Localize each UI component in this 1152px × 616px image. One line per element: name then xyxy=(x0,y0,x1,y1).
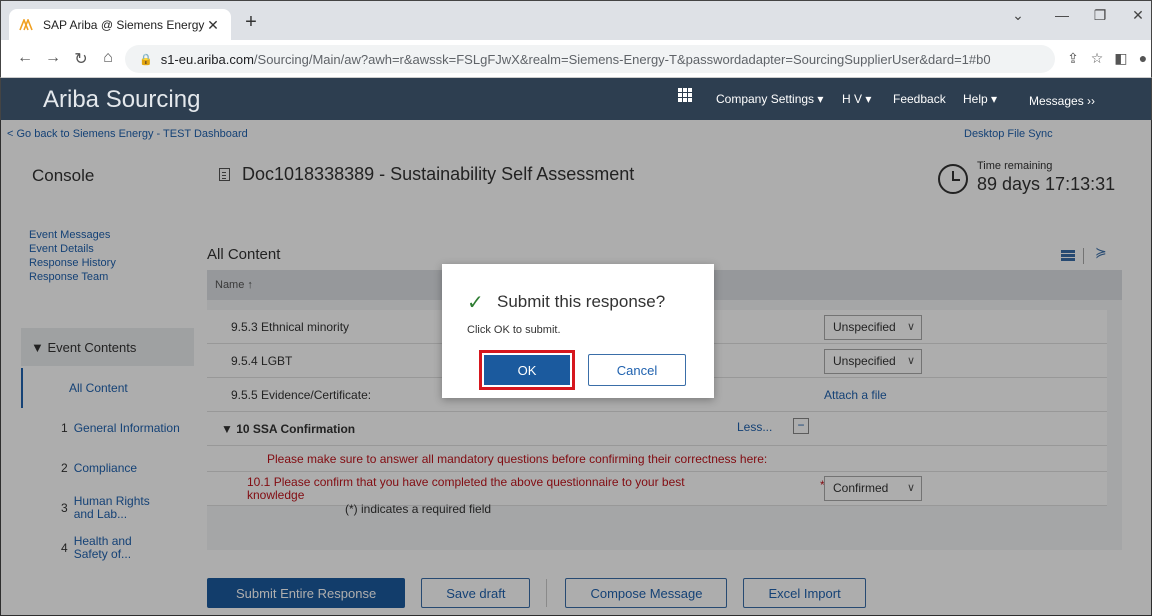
help-menu[interactable]: Help ▾ xyxy=(963,92,997,106)
ok-highlight: OK xyxy=(479,350,575,390)
app-header: Ariba Sourcing Company Settings ▾ H V ▾ … xyxy=(0,78,1152,120)
dialog-title: Submit this response? xyxy=(497,292,666,311)
close-window-icon[interactable]: ✕ xyxy=(1123,7,1152,24)
new-tab-icon[interactable]: + xyxy=(239,11,263,33)
home-icon[interactable]: ⌂ xyxy=(98,49,118,67)
apps-grid-icon[interactable] xyxy=(678,88,692,102)
sidepanel-icon[interactable]: ◧ xyxy=(1111,50,1131,67)
url-path: /Sourcing/Main/aw?awh=r&awssk=FSLgFJwX&r… xyxy=(253,51,991,67)
user-menu[interactable]: H V ▾ xyxy=(842,92,871,106)
messages-link[interactable]: Messages ›› xyxy=(1029,94,1095,108)
tab-search-icon[interactable]: ⌄ xyxy=(1003,7,1033,24)
bookmark-star-icon[interactable]: ☆ xyxy=(1087,50,1107,67)
forward-icon[interactable]: → xyxy=(43,49,63,67)
share-icon[interactable]: ⇪ xyxy=(1063,50,1083,67)
address-bar: ← → ↻ ⌂ 🔒 s1-eu.ariba.com/Sourcing/Main/… xyxy=(0,40,1152,78)
url-field[interactable]: 🔒 s1-eu.ariba.com/Sourcing/Main/aw?awh=r… xyxy=(125,45,1055,73)
browser-tab-bar: SAP Ariba @ Siemens Energy ✕ + ⌄ — ❐ ✕ xyxy=(0,0,1152,41)
company-settings-menu[interactable]: Company Settings ▾ xyxy=(716,92,823,106)
tab-close-icon[interactable]: ✕ xyxy=(205,17,221,34)
reload-icon[interactable]: ↻ xyxy=(71,49,91,69)
minimize-icon[interactable]: — xyxy=(1047,7,1077,23)
profile-icon[interactable]: ● xyxy=(1133,50,1152,66)
submit-confirm-dialog: ✓ Submit this response? Click OK to subm… xyxy=(442,264,714,398)
ok-button[interactable]: OK xyxy=(484,355,570,385)
feedback-link[interactable]: Feedback xyxy=(893,92,946,106)
tab-title: SAP Ariba @ Siemens Energy xyxy=(43,18,205,32)
checkmark-icon: ✓ xyxy=(467,292,484,314)
restore-icon[interactable]: ❐ xyxy=(1085,7,1115,24)
url-domain: s1-eu.ariba.com xyxy=(160,51,254,67)
browser-tab[interactable]: SAP Ariba @ Siemens Energy ✕ xyxy=(9,9,231,41)
back-icon[interactable]: ← xyxy=(15,49,35,67)
ariba-logo: Ariba Sourcing xyxy=(43,86,201,113)
ariba-favicon-icon xyxy=(19,18,35,32)
cancel-button[interactable]: Cancel xyxy=(588,354,686,386)
lock-icon: 🔒 xyxy=(139,53,153,66)
dialog-message: Click OK to submit. xyxy=(467,324,561,336)
